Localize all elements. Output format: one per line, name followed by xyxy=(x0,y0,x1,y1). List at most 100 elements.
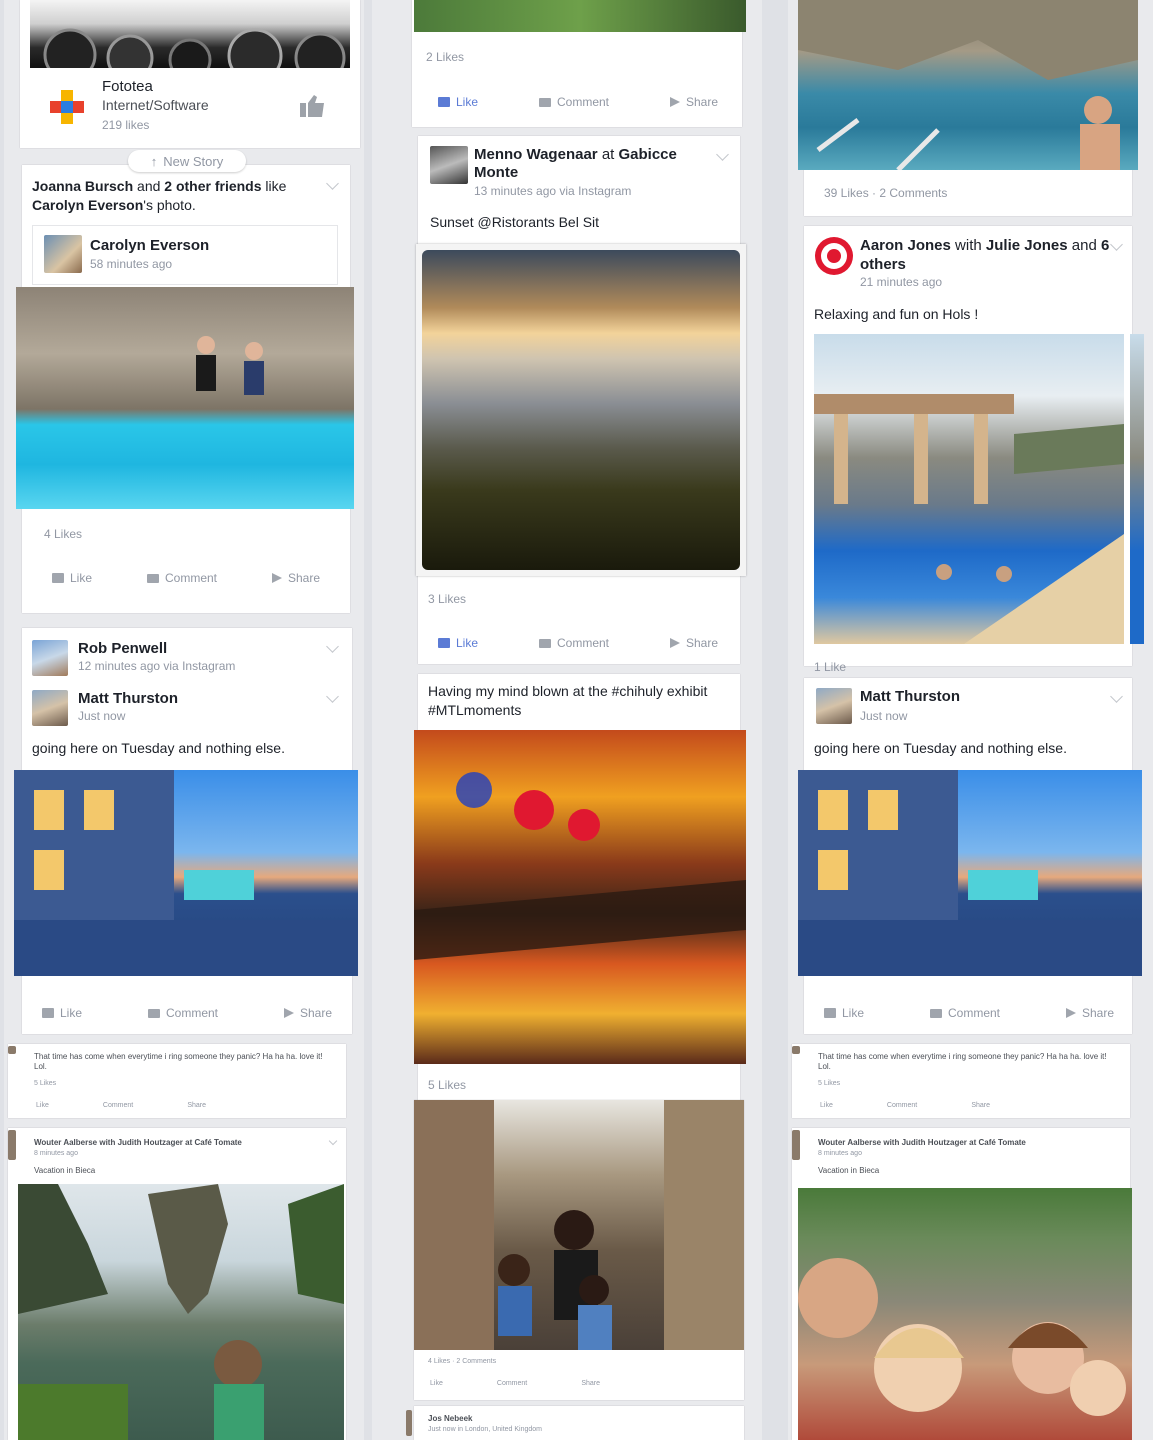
action-bar: Like Comment Share xyxy=(42,1006,332,1020)
other-friends-link[interactable]: 2 other friends xyxy=(164,178,261,194)
comment-button[interactable]: Comment xyxy=(103,1102,133,1109)
comment-button[interactable]: Comment xyxy=(929,1006,1000,1020)
avatar-small[interactable] xyxy=(792,1046,800,1054)
comment-button[interactable]: Comment xyxy=(146,571,217,585)
post-photo-chihuly[interactable] xyxy=(414,730,746,1064)
post-photo-pool-jump[interactable] xyxy=(16,287,354,509)
like-button[interactable]: Like xyxy=(42,1006,82,1020)
author-link[interactable]: Menno Wagenaar xyxy=(474,146,598,163)
new-story-pill[interactable]: ↑ New Story xyxy=(128,150,246,172)
avatar-small[interactable] xyxy=(406,1410,412,1436)
post-photo-family-street[interactable] xyxy=(414,1100,744,1350)
like-count[interactable]: 4 Likes xyxy=(44,527,82,541)
post-photo-island[interactable] xyxy=(18,1184,344,1440)
post-time[interactable]: 58 minutes ago xyxy=(90,257,172,271)
comment-button[interactable]: Comment xyxy=(147,1006,218,1020)
page-name[interactable]: Fototea xyxy=(102,78,153,95)
like-count[interactable]: 39 Likes · 2 Comments xyxy=(824,186,947,200)
like-button[interactable]: Like xyxy=(438,95,478,109)
chevron-down-icon[interactable] xyxy=(716,148,729,161)
share-button[interactable]: Share xyxy=(669,95,718,109)
share-arrow-icon xyxy=(283,1008,294,1018)
chevron-down-icon[interactable] xyxy=(326,640,339,653)
chevron-down-icon[interactable] xyxy=(328,1136,338,1146)
post-time[interactable]: 8 minutes ago xyxy=(34,1150,78,1157)
mini-story-card: That time has come when everytime i ring… xyxy=(8,1044,346,1118)
share-button[interactable]: Share xyxy=(283,1006,332,1020)
like-button[interactable]: Like xyxy=(824,1006,864,1020)
target-logo-icon xyxy=(815,237,853,275)
avatar-small[interactable] xyxy=(792,1130,800,1160)
like-button[interactable]: Like xyxy=(36,1102,49,1109)
avatar-matt[interactable] xyxy=(32,690,68,726)
share-button[interactable]: Share xyxy=(581,1380,600,1387)
friend-link-carolyn[interactable]: Carolyn Everson xyxy=(32,197,143,213)
share-button[interactable]: Share xyxy=(971,1102,990,1109)
mini-actions: Like Comment Share xyxy=(430,1380,600,1387)
post-photo-boat-cave[interactable] xyxy=(798,0,1138,170)
share-arrow-icon xyxy=(669,97,680,107)
post-time[interactable]: 12 minutes ago via Instagram xyxy=(78,659,235,673)
comment-bubble-icon xyxy=(146,573,159,583)
comment-button[interactable]: Comment xyxy=(887,1102,917,1109)
like-count[interactable]: 4 Likes · 2 Comments xyxy=(428,1358,496,1365)
friend-link-joanna[interactable]: Joanna Bursch xyxy=(32,178,133,194)
post-time[interactable]: 21 minutes ago xyxy=(860,275,942,289)
comment-button[interactable]: Comment xyxy=(538,95,609,109)
post-photo-sunset[interactable] xyxy=(416,244,746,576)
post-time[interactable]: Just now in London, United Kingdom xyxy=(428,1426,542,1433)
comment-button[interactable]: Comment xyxy=(538,636,609,650)
post-time[interactable]: Just now xyxy=(78,709,125,723)
comment-button[interactable]: Comment xyxy=(497,1380,527,1387)
like-count[interactable]: 5 Likes xyxy=(428,1078,466,1092)
avatar-rob[interactable] xyxy=(32,640,68,676)
author-link[interactable]: Aaron Jones xyxy=(860,237,951,254)
post-time[interactable]: 8 minutes ago xyxy=(818,1150,862,1157)
post-photo-side-peek[interactable] xyxy=(1130,334,1144,644)
post-author[interactable]: Jos Nebeek xyxy=(428,1414,472,1424)
post-text: going here on Tuesday and nothing else. xyxy=(32,740,285,756)
like-count[interactable]: 3 Likes xyxy=(428,592,466,606)
like-thumb-icon xyxy=(52,573,64,583)
post-author[interactable]: Wouter Aalberse with Judith Houtzager at… xyxy=(34,1138,242,1148)
chevron-down-icon[interactable] xyxy=(1110,238,1123,251)
post-author[interactable]: Wouter Aalberse with Judith Houtzager at… xyxy=(818,1138,1026,1148)
post-time[interactable]: Just now xyxy=(860,709,907,723)
page-suggestion-card[interactable]: Fototea Internet/Software 219 likes xyxy=(20,0,360,148)
like-count[interactable]: 5 Likes xyxy=(34,1080,56,1087)
share-button[interactable]: Share xyxy=(271,571,320,585)
like-button[interactable]: Like xyxy=(438,636,478,650)
avatar-menno[interactable] xyxy=(430,146,468,184)
like-count[interactable]: 5 Likes xyxy=(818,1080,840,1087)
chevron-down-icon[interactable] xyxy=(326,177,339,190)
post-photo-family-selfie[interactable] xyxy=(798,1188,1132,1440)
post-photo-villa[interactable] xyxy=(798,770,1142,976)
post-author[interactable]: Matt Thurston xyxy=(78,690,178,707)
post-author[interactable]: Carolyn Everson xyxy=(90,237,209,254)
page-like-thumb-icon[interactable] xyxy=(300,94,326,123)
post-author[interactable]: Matt Thurston xyxy=(860,688,960,705)
post-author[interactable]: Rob Penwell xyxy=(78,640,167,657)
avatar-aaron[interactable] xyxy=(814,236,854,276)
comment-bubble-icon xyxy=(929,1008,942,1018)
post-photo-field[interactable] xyxy=(414,0,746,32)
avatar-matt[interactable] xyxy=(816,688,852,724)
chevron-down-icon[interactable] xyxy=(326,690,339,703)
like-button[interactable]: Like xyxy=(820,1102,833,1109)
like-count[interactable]: 2 Likes xyxy=(426,50,464,64)
share-button[interactable]: Share xyxy=(1065,1006,1114,1020)
avatar-carolyn[interactable] xyxy=(44,235,82,273)
tagged-link[interactable]: Julie Jones xyxy=(986,237,1068,254)
chevron-down-icon[interactable] xyxy=(1110,690,1123,703)
avatar-small[interactable] xyxy=(8,1130,16,1160)
post-photo-villa-pool[interactable] xyxy=(814,334,1124,644)
like-count[interactable]: 1 Like xyxy=(814,660,846,674)
post-photo-villa[interactable] xyxy=(14,770,358,976)
like-button[interactable]: Like xyxy=(52,571,92,585)
post-time[interactable]: 13 minutes ago via Instagram xyxy=(474,184,631,198)
avatar-small[interactable] xyxy=(8,1046,16,1054)
like-button[interactable]: Like xyxy=(430,1380,443,1387)
share-button[interactable]: Share xyxy=(669,636,718,650)
mini-story-card: That time has come when everytime i ring… xyxy=(792,1044,1130,1118)
share-button[interactable]: Share xyxy=(187,1102,206,1109)
